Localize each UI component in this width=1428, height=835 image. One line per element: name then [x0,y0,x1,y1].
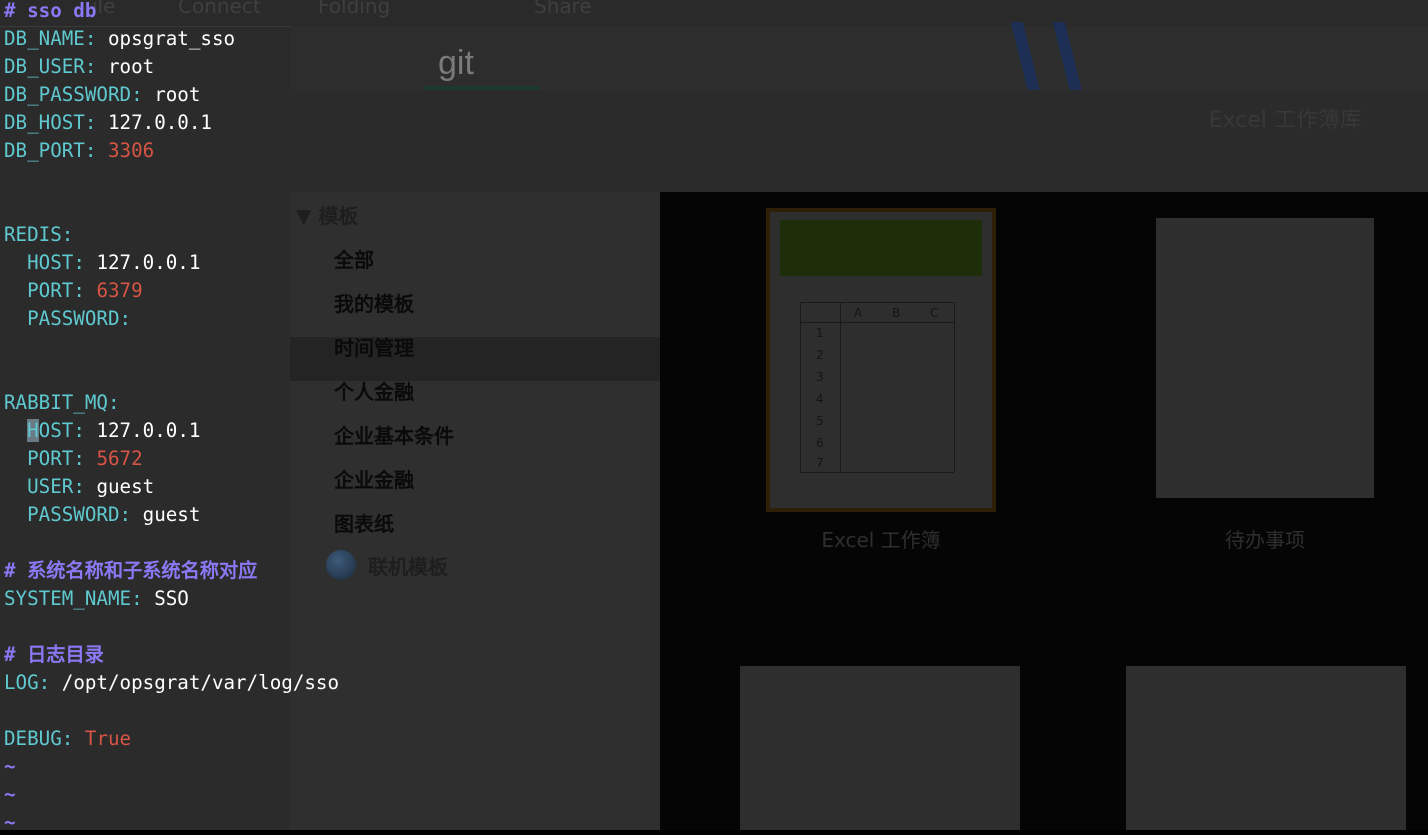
config-key: PORT [4,279,74,302]
terminal-line: REDIS: [4,223,73,247]
config-value: 3306 [108,139,155,162]
config-key: SYSTEM_NAME [4,587,132,610]
terminal-line: # 日志目录 [4,643,104,667]
config-key: LOG [4,671,39,694]
comment-text: # 系统名称和子系统名称对应 [4,559,258,582]
config-value: 127.0.0.1 [108,111,212,134]
config-key: DB_NAME [4,27,85,50]
config-key: REDIS [4,223,62,246]
key-separator: : [73,279,85,302]
key-separator: : [84,27,97,50]
terminal-line: HOST: 127.0.0.1 [4,419,200,443]
config-value: 6379 [96,279,143,302]
terminal-line: ~ [4,783,16,807]
empty-line-marker: ~ [4,783,16,806]
config-value: opsgrat_sso [108,27,236,50]
terminal-line: ~ [4,811,16,835]
terminal-line: DEBUG: True [4,727,131,751]
comment-text: # 日志目录 [4,643,104,666]
config-value: True [84,727,132,750]
text-cursor: H [27,419,39,442]
config-value: 5672 [96,447,143,470]
terminal-line: PASSWORD: [4,307,131,331]
terminal-line: LOG: /opt/opsgrat/var/log/sso [4,671,339,695]
empty-line-marker: ~ [4,811,16,834]
config-value: /opt/opsgrat/var/log/sso [61,671,340,694]
config-value: 127.0.0.1 [96,419,201,442]
key-separator: : [73,251,85,274]
key-separator: : [73,447,85,470]
config-key: DB_HOST [4,111,85,134]
key-separator: : [107,391,120,414]
terminal-editor[interactable]: # sso db DB_NAME: opsgrat_sso DB_USER: roo… [0,0,1428,834]
config-key: DEBUG [4,727,62,750]
config-key: RABBIT_MQ [4,391,108,414]
terminal-line: DB_PORT: 3306 [4,139,154,163]
terminal-line: DB_PASSWORD: root [4,83,200,107]
key-separator: : [131,83,143,106]
key-separator: : [73,475,85,498]
config-value: root [108,55,155,78]
config-key: USER [4,475,74,498]
terminal-line: PORT: 5672 [4,447,143,471]
config-key: DB_USER [4,55,85,78]
config-value: 127.0.0.1 [96,251,201,274]
terminal-line: RABBIT_MQ: [4,391,120,415]
terminal-line: PASSWORD: guest [4,503,200,527]
terminal-line: PORT: 6379 [4,279,143,303]
config-value: guest [96,475,155,498]
terminal-line: ~ [4,755,16,779]
key-separator: : [61,223,74,246]
key-separator: : [38,671,51,694]
config-key: DB_PASSWORD [4,83,132,106]
empty-line-marker: ~ [4,755,16,778]
terminal-line: DB_HOST: 127.0.0.1 [4,111,212,135]
terminal-line: # sso db [4,0,96,23]
terminal-line: # 系统名称和子系统名称对应 [4,559,257,583]
config-key: PASSWORD [4,503,120,526]
config-value: root [154,83,201,106]
key-separator: : [84,55,97,78]
config-value: guest [142,503,201,526]
key-separator: : [119,307,132,330]
key-separator: : [131,587,143,610]
config-value: SSO [154,587,189,610]
key-separator: : [61,727,74,750]
terminal-line: HOST: 127.0.0.1 [4,251,200,275]
config-key: HOST [27,419,74,442]
terminal-line: USER: guest [4,475,154,499]
config-key: HOST [4,251,74,274]
config-key: DB_PORT [4,139,85,162]
key-separator: : [73,419,85,442]
config-key: PASSWORD [4,307,120,330]
key-separator: : [84,111,97,134]
key-separator: : [119,503,132,526]
terminal-line: DB_NAME: opsgrat_sso [4,27,235,51]
terminal-line: SYSTEM_NAME: SSO [4,587,189,611]
key-separator: : [84,139,97,162]
comment-text: # sso db [4,0,97,22]
terminal-line: DB_USER: root [4,55,154,79]
config-key: PORT [4,447,74,470]
